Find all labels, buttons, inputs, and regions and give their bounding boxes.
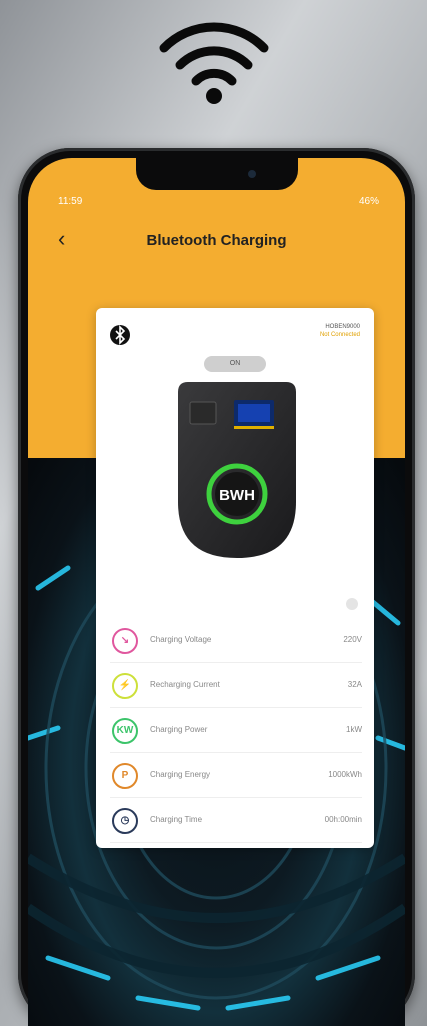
device-id: HOBEN9000	[325, 324, 360, 330]
phone-frame: 11:59 46% ‹ Bluetooth Charging HOBEN9000…	[18, 148, 415, 1026]
clock-icon: ◷	[112, 808, 138, 834]
metric-value: 00h:00min	[324, 815, 362, 824]
metric-label: Recharging Current	[150, 680, 220, 689]
metric-value: 32A	[347, 680, 362, 689]
status-battery: 46%	[358, 196, 379, 207]
page-title: Bluetooth Charging	[146, 232, 287, 249]
power-icon: KW	[112, 718, 138, 744]
metric-value: 1kW	[346, 725, 362, 734]
metric-value: 1000kWh	[328, 770, 362, 779]
metric-label: Charging Energy	[150, 770, 211, 779]
energy-icon: P	[112, 763, 138, 789]
indicator-dot	[346, 598, 358, 610]
charger-display-label: BWH	[219, 487, 255, 504]
metric-row-power: KW Charging Power 1kW	[110, 708, 362, 753]
metric-row-current: ⚡ Recharging Current 32A	[110, 663, 362, 708]
phone-screen: 11:59 46% ‹ Bluetooth Charging HOBEN9000…	[28, 158, 405, 1026]
charger-image: BWH	[178, 382, 296, 558]
phone-notch	[136, 158, 298, 190]
metric-label: Charging Voltage	[150, 635, 212, 644]
camera-icon	[248, 170, 256, 178]
metric-label: Charging Power	[150, 725, 208, 734]
metric-row-energy: P Charging Energy 1000kWh	[110, 753, 362, 798]
metric-row-voltage: ↘ Charging Voltage 220V	[110, 618, 362, 663]
status-time: 11:59	[58, 196, 83, 207]
metric-label: Charging Time	[150, 815, 203, 824]
metric-value: 220V	[343, 635, 362, 644]
metrics-list: ↘ Charging Voltage 220V ⚡ Recharging Cur…	[110, 618, 362, 843]
current-icon: ⚡	[112, 673, 138, 699]
bluetooth-icon	[110, 325, 130, 345]
metric-row-time: ◷ Charging Time 00h:00min	[110, 798, 362, 843]
connection-status: Not Connected	[319, 332, 360, 338]
power-toggle-button[interactable]: ON	[204, 356, 266, 372]
device-card: HOBEN9000 Not Connected ON BWH ↘ Chargin…	[96, 308, 374, 848]
wifi-icon	[159, 22, 269, 104]
voltage-gauge-icon: ↘	[112, 628, 138, 654]
